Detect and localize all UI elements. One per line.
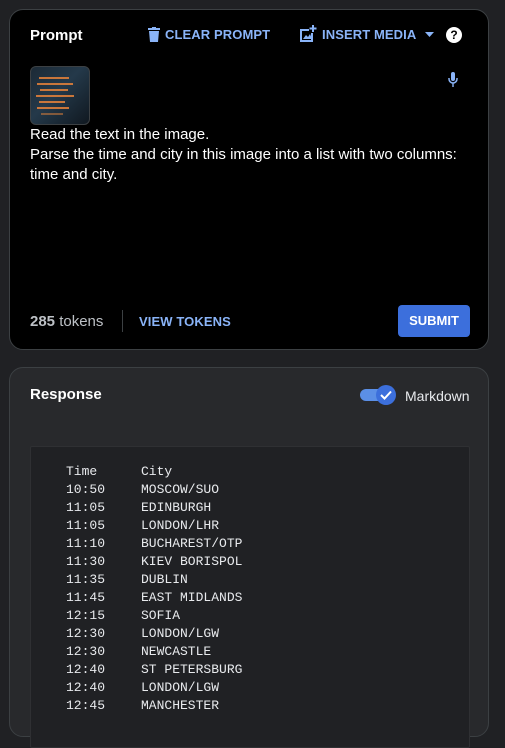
check-icon (376, 385, 396, 405)
city-cell: ST PETERSBURG (141, 662, 243, 677)
city-cell: LONDON/LGW (141, 680, 220, 695)
response-title: Response (30, 386, 102, 403)
token-count: 285 tokens (30, 313, 103, 330)
city-cell: KIEV BORISPOL (141, 554, 243, 569)
time-cell: 11:45 (66, 590, 106, 605)
markdown-label: Markdown (405, 388, 470, 404)
media-thumbnail[interactable] (30, 66, 90, 125)
table-row: 11:35 DUBLIN (66, 571, 242, 589)
time-cell: 12:45 (66, 698, 106, 713)
table-row: 10:50 MOSCOW/SUO (66, 481, 242, 499)
time-cell: 12:40 (66, 662, 106, 677)
table-row: 12:30 NEWCASTLE (66, 643, 242, 661)
time-cell: 12:30 (66, 644, 106, 659)
response-code-block: Time City 10:50 MOSCOW/SUO 11:05 EDINBURGH 11:… (30, 446, 470, 748)
city-cell: City (141, 464, 173, 479)
city-cell: EDINBURGH (141, 500, 212, 515)
time-cell: Time (66, 464, 98, 479)
add-image-icon (298, 25, 317, 44)
clear-prompt-label: CLEAR PROMPT (165, 27, 271, 42)
table-row: 11:05 LONDON/LHR (66, 517, 242, 535)
submit-button[interactable]: SUBMIT (398, 305, 470, 337)
city-cell: LONDON/LGW (141, 626, 220, 641)
time-cell: 11:05 (66, 518, 106, 533)
table-row: 11:30 KIEV BORISPOL (66, 553, 242, 571)
markdown-toggle[interactable] (360, 385, 398, 405)
token-number: 285 (30, 313, 56, 330)
microphone-icon[interactable] (448, 72, 458, 93)
time-cell: 12:30 (66, 626, 106, 641)
table-row: 12:40 ST PETERSBURG (66, 661, 242, 679)
divider (122, 310, 123, 332)
time-cell: 11:10 (66, 536, 106, 551)
table-header: Time City (66, 463, 242, 481)
table-row: 11:45 EAST MIDLANDS (66, 589, 242, 607)
table-row: 12:40 LONDON/LGW (66, 679, 242, 697)
clear-prompt-button[interactable]: CLEAR PROMPT (148, 27, 270, 42)
table-row: 11:10 BUCHAREST/OTP (66, 535, 242, 553)
trash-icon (148, 27, 160, 42)
prompt-panel: Prompt CLEAR PROMPT INSERT MEDIA ? Read … (9, 9, 489, 350)
insert-media-label: INSERT MEDIA (322, 27, 417, 42)
table-row: 12:45 MANCHESTER (66, 697, 242, 715)
city-cell: MANCHESTER (141, 698, 220, 713)
city-cell: SOFIA (141, 608, 181, 623)
time-cell: 11:30 (66, 554, 106, 569)
caret-down-icon (425, 32, 435, 37)
time-cell: 12:15 (66, 608, 106, 623)
city-cell: NEWCASTLE (141, 644, 212, 659)
city-cell: BUCHAREST/OTP (141, 536, 243, 551)
response-panel: Response Markdown Time City 10:50 MOSCOW/SU… (9, 367, 489, 748)
time-cell: 10:50 (66, 482, 106, 497)
view-tokens-button[interactable]: VIEW TOKENS (139, 314, 231, 329)
prompt-line: Parse the time and city in this image in… (30, 146, 457, 183)
time-cell: 12:40 (66, 680, 106, 695)
table-row: 12:30 LONDON/LGW (66, 625, 242, 643)
time-cell: 11:05 (66, 500, 106, 515)
prompt-line: Read the text in the image. (30, 126, 210, 143)
city-cell: MOSCOW/SUO (141, 482, 220, 497)
prompt-input[interactable]: Read the text in the image. Parse the ti… (30, 125, 470, 185)
time-cell: 11:35 (66, 572, 106, 587)
insert-media-button[interactable]: INSERT MEDIA (298, 25, 435, 44)
table-row: 11:05 EDINBURGH (66, 499, 242, 517)
table-row: 12:15 SOFIA (66, 607, 242, 625)
token-unit: tokens (59, 313, 104, 330)
city-cell: LONDON/LHR (141, 518, 220, 533)
help-icon[interactable]: ? (446, 27, 462, 43)
prompt-title: Prompt (30, 27, 83, 44)
city-cell: EAST MIDLANDS (141, 590, 243, 605)
city-cell: DUBLIN (141, 572, 188, 587)
